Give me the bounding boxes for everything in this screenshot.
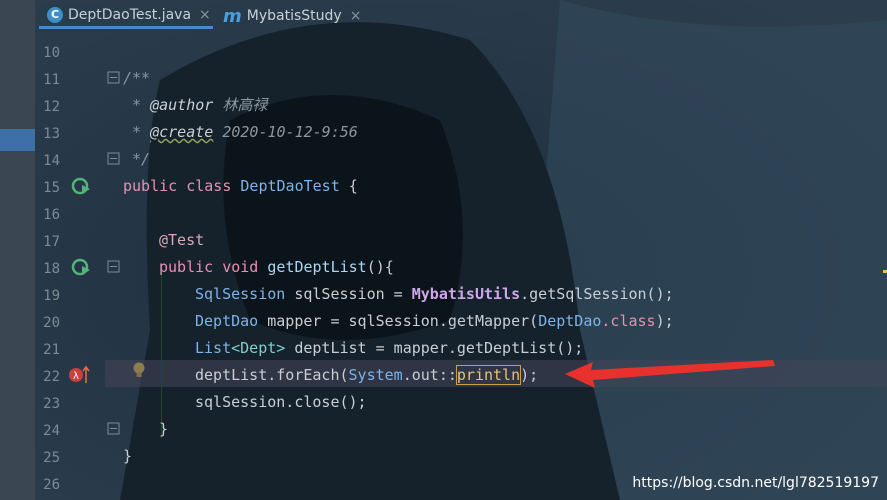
code-line-23: sqlSession.close(); [195, 393, 367, 411]
code-line-12: * @author 林高禄 [123, 92, 267, 119]
code-line-14: */ [123, 150, 151, 168]
line-number: 26 [43, 477, 60, 493]
comment-text: * [123, 123, 151, 141]
code-line-15: public class DeptDaoTest { [123, 173, 358, 200]
generic-type: <Dept> [231, 339, 286, 357]
svg-text:λ: λ [73, 371, 79, 382]
line-number: 13 [43, 126, 60, 142]
left-tool-strip [0, 0, 35, 500]
type-name: DeptDao [195, 312, 259, 330]
line-number: 16 [43, 207, 60, 223]
code-text: { [339, 177, 358, 195]
line-number: 23 [43, 396, 60, 412]
javadoc-tag: @create [150, 123, 214, 141]
code-line-24: } [159, 420, 169, 438]
code-editor[interactable]: /** * @author 林高禄 * @create 2020-10-12-9… [105, 31, 887, 500]
class-name: DeptDaoTest [240, 177, 340, 195]
code-text: .getSqlSession(); [520, 285, 674, 303]
type-name: SqlSession [195, 285, 286, 303]
code-line-21: List<Dept> deptList = mapper.getDeptList… [195, 335, 583, 362]
code-line-18: public void getDeptList(){ [159, 254, 394, 281]
java-class-icon: C [47, 6, 63, 23]
comment-text: 林高禄 [213, 96, 268, 114]
method-reference[interactable]: println [455, 365, 522, 385]
line-number: 21 [43, 342, 60, 358]
code-text: ); [655, 312, 674, 330]
code-line-25: } [123, 447, 133, 465]
method-name: getDeptList [267, 258, 367, 276]
line-number: 14 [43, 153, 60, 169]
code-text: .out:: [402, 366, 457, 384]
comment-text: 2020-10-12-9:56 [213, 123, 358, 141]
editor-gutter: 10 11 12 13 14 15 16 17 18 19 20 21 22 2… [35, 31, 145, 500]
keyword: public class [123, 177, 241, 195]
close-icon[interactable]: × [199, 7, 211, 23]
class-name: System [348, 366, 403, 384]
line-number: 18 [43, 261, 60, 277]
module-icon: m [223, 5, 242, 27]
line-number: 17 [43, 234, 60, 250]
scroll-marker[interactable] [883, 270, 887, 273]
line-number: 20 [43, 315, 60, 331]
project-tree-selection[interactable] [0, 129, 35, 151]
line-number: 12 [43, 99, 60, 115]
code-line-19: SqlSession sqlSession = MybatisUtils.get… [195, 281, 674, 308]
run-test-method-icon[interactable] [70, 257, 92, 279]
comment-text: * [123, 96, 151, 114]
line-number: 10 [43, 45, 60, 61]
keyword: public void [159, 258, 268, 276]
keyword: .class [601, 312, 656, 330]
class-name: DeptDao [538, 312, 602, 330]
line-number: 11 [43, 72, 60, 88]
editor-tab-bar: C DeptDaoTest.java × m MybatisStudy × [35, 0, 887, 31]
code-text: (){ [366, 258, 394, 276]
line-number: 19 [43, 288, 60, 304]
code-line-22: deptList.forEach(System.out::println); [195, 362, 538, 389]
close-icon[interactable]: × [350, 8, 362, 24]
javadoc-tag: @author [150, 96, 214, 114]
lambda-method-ref-icon[interactable]: λ [68, 365, 90, 387]
line-number: 22 [43, 369, 60, 385]
line-number: 25 [43, 450, 60, 466]
class-name: MybatisUtils [411, 285, 521, 303]
code-text: sqlSession = [285, 285, 412, 303]
indent-guide [161, 263, 162, 438]
tab-mybatis-study[interactable]: m MybatisStudy × [215, 3, 375, 29]
code-line-13: * @create 2020-10-12-9:56 [123, 119, 358, 146]
line-number: 15 [43, 180, 60, 196]
tab-label: DeptDaoTest.java [68, 6, 192, 23]
tab-label: MybatisStudy [246, 8, 342, 24]
watermark: https://blog.csdn.net/lgl782519197 [632, 475, 879, 491]
code-text: ); [520, 366, 539, 384]
code-line-20: DeptDao mapper = sqlSession.getMapper(De… [195, 308, 674, 335]
code-text: deptList.forEach( [195, 366, 349, 384]
code-text: deptList = mapper.getDeptList(); [285, 339, 584, 357]
type-name: List [195, 339, 232, 357]
red-arrow-annotation [565, 360, 775, 388]
code-line-11: /** [123, 69, 151, 87]
run-test-class-icon[interactable] [70, 176, 92, 198]
tab-dept-dao-test[interactable]: C DeptDaoTest.java × [39, 3, 213, 29]
code-text: mapper = sqlSession.getMapper( [258, 312, 539, 330]
line-number: 24 [43, 423, 60, 439]
code-line-17: @Test [159, 231, 205, 249]
